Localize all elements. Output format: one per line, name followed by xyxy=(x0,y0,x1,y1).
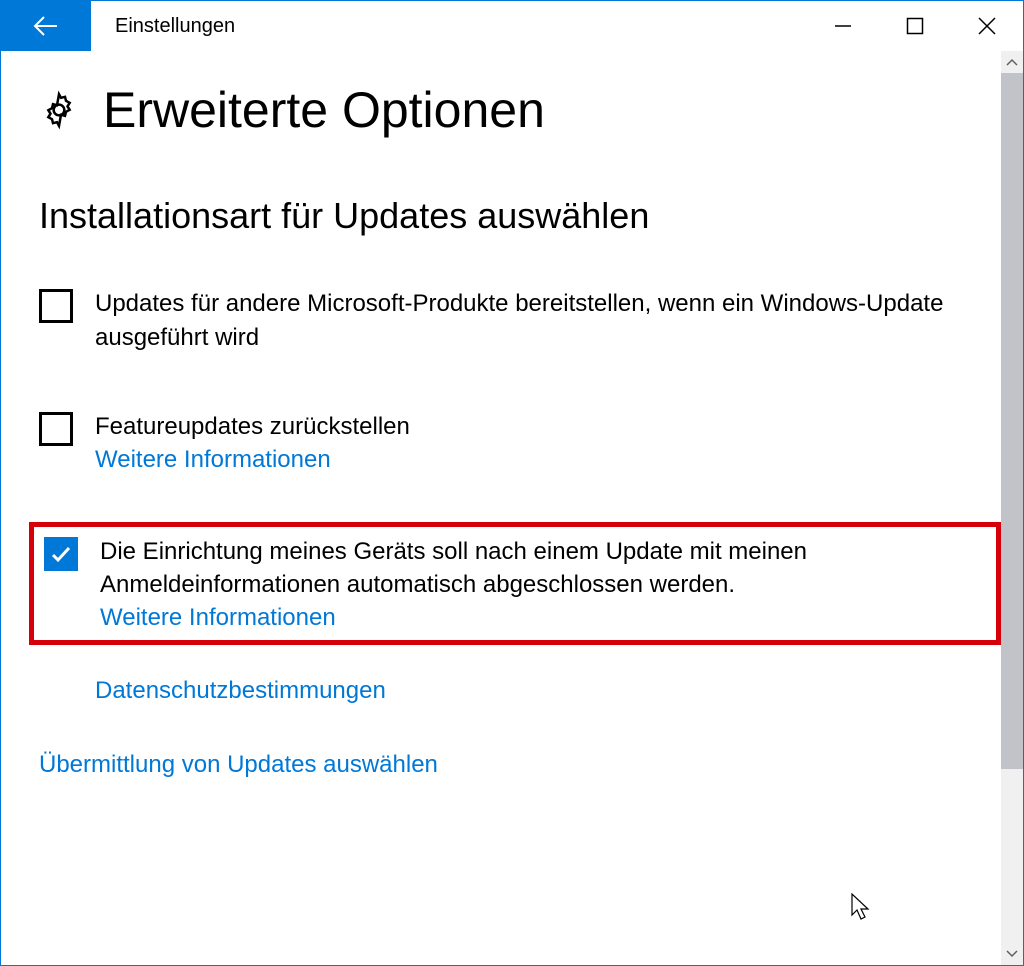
minimize-button[interactable] xyxy=(807,1,879,51)
checkbox-defer-features[interactable] xyxy=(39,412,73,446)
window-controls xyxy=(807,1,1023,51)
maximize-icon xyxy=(906,17,924,35)
window-title: Einstellungen xyxy=(91,1,807,51)
page-header: Erweiterte Optionen xyxy=(39,81,1001,139)
close-button[interactable] xyxy=(951,1,1023,51)
more-info-link-signin[interactable]: Weitere Informationen xyxy=(100,604,992,632)
minimize-icon xyxy=(834,17,852,35)
scroll-up-button[interactable] xyxy=(1001,51,1023,73)
option-other-products: Updates für andere Microsoft-Produkte be… xyxy=(39,279,1001,362)
back-button[interactable] xyxy=(1,1,91,51)
maximize-button[interactable] xyxy=(879,1,951,51)
checkmark-icon xyxy=(49,542,73,566)
checkbox-auto-signin[interactable] xyxy=(44,537,78,571)
chevron-up-icon xyxy=(1006,58,1018,66)
option-label: Die Einrichtung meines Geräts soll nach … xyxy=(100,535,992,602)
option-label: Featureupdates zurückstellen xyxy=(95,410,410,444)
close-icon xyxy=(977,16,997,36)
scroll-down-button[interactable] xyxy=(1001,943,1023,965)
checkbox-other-products[interactable] xyxy=(39,289,73,323)
page-title: Erweiterte Optionen xyxy=(103,81,545,139)
titlebar: Einstellungen xyxy=(1,1,1023,51)
option-auto-signin-highlighted: Die Einrichtung meines Geräts soll nach … xyxy=(29,522,1001,645)
scroll-track[interactable] xyxy=(1001,73,1023,943)
more-info-link-defer[interactable]: Weitere Informationen xyxy=(95,446,410,474)
delivery-link[interactable]: Übermittlung von Updates auswählen xyxy=(39,751,1001,779)
option-label: Updates für andere Microsoft-Produkte be… xyxy=(95,287,993,354)
chevron-down-icon xyxy=(1006,950,1018,958)
section-heading: Installationsart für Updates auswählen xyxy=(39,195,1001,237)
option-defer-features: Featureupdates zurückstellen Weitere Inf… xyxy=(39,402,1001,482)
scrollbar[interactable] xyxy=(1001,51,1023,965)
scroll-thumb[interactable] xyxy=(1001,73,1023,769)
gear-icon xyxy=(39,90,79,130)
privacy-link[interactable]: Datenschutzbestimmungen xyxy=(95,677,1001,705)
content-area: Erweiterte Optionen Installationsart für… xyxy=(1,51,1001,965)
arrow-left-icon xyxy=(30,10,62,42)
